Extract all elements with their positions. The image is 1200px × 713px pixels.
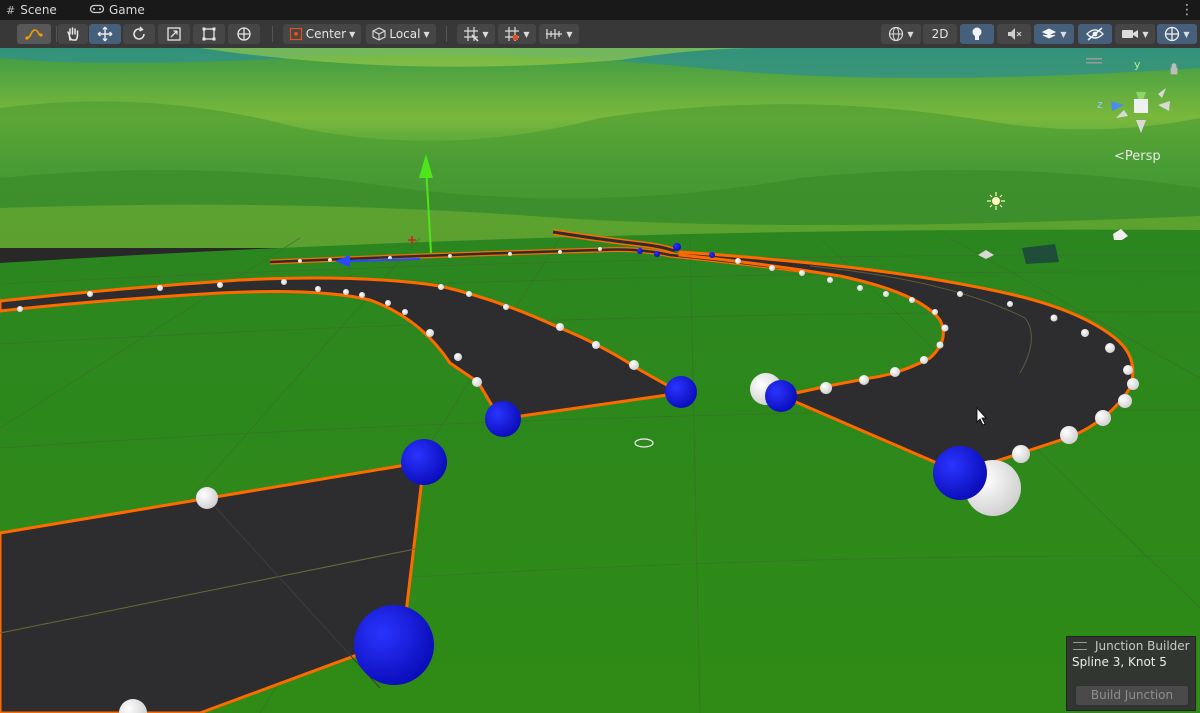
build-junction-button[interactable]: Build Junction xyxy=(1075,685,1189,706)
ruler-icon xyxy=(546,29,563,39)
arrow-left-icon: < xyxy=(1114,149,1125,164)
scene-toolbar: Center ▼ Local ▼ ▼ ▼ ▼ ▼ 2D ▼ ▼ ▼ xyxy=(0,20,1200,49)
overlay-header[interactable]: Junction Builder xyxy=(1073,639,1190,653)
drag-handle-icon[interactable] xyxy=(1073,642,1087,650)
gamepad-icon xyxy=(89,4,105,17)
grid-icon xyxy=(505,27,520,41)
chevron-down-icon: ▼ xyxy=(566,29,573,39)
spline-tool-icon xyxy=(25,29,43,40)
axis-z-label: z xyxy=(1097,98,1103,111)
scale-tool-button[interactable] xyxy=(158,24,190,44)
chevron-down-icon: ▼ xyxy=(1142,29,1149,39)
grid-visibility-dropdown[interactable]: ▼ xyxy=(498,24,536,44)
grid-snapping-dropdown[interactable]: ▼ xyxy=(457,24,495,44)
scene-render[interactable] xyxy=(0,48,1200,713)
tab-scene-label: Scene xyxy=(20,3,57,17)
axis-y-label: y xyxy=(1134,58,1141,71)
effects-dropdown[interactable]: ▼ xyxy=(1034,24,1074,44)
hidden-objects-toggle-button[interactable] xyxy=(1078,24,1112,44)
cube-icon xyxy=(372,27,386,41)
tab-game[interactable]: Game xyxy=(89,0,145,20)
globe-icon xyxy=(889,26,904,42)
toggle-2d-button[interactable]: 2D xyxy=(923,24,957,44)
hand-tool-button[interactable] xyxy=(58,24,88,44)
scene-viewport[interactable]: y z <Persp xyxy=(0,48,1200,713)
move-icon xyxy=(97,26,113,42)
scale-icon xyxy=(167,27,181,41)
rotate-tool-button[interactable] xyxy=(123,24,155,44)
rect-tool-button[interactable] xyxy=(193,24,225,44)
move-tool-button[interactable] xyxy=(89,24,121,44)
pivot-rotation-label: Local xyxy=(389,27,421,41)
more-options-icon[interactable]: ⋮ xyxy=(1180,0,1194,20)
audio-muted-icon xyxy=(1008,28,1022,40)
pivot-rotation-dropdown[interactable]: Local ▼ xyxy=(366,24,436,44)
chevron-down-icon: ▼ xyxy=(423,29,430,39)
lightbulb-icon xyxy=(972,27,982,40)
pivot-mode-label: Center xyxy=(305,27,347,41)
hand-icon xyxy=(67,27,79,41)
selection-label: Spline 3, Knot 5 xyxy=(1072,655,1167,669)
lighting-toggle-button[interactable] xyxy=(960,24,994,44)
camera-settings-dropdown[interactable]: ▼ xyxy=(1115,24,1155,44)
tab-game-label: Game xyxy=(109,3,145,17)
video-camera-icon xyxy=(1122,30,1139,38)
layers-icon xyxy=(1042,28,1057,39)
pivot-mode-dropdown[interactable]: Center ▼ xyxy=(283,24,361,44)
chevron-down-icon: ▼ xyxy=(907,29,914,39)
rotate-icon xyxy=(133,26,145,40)
audio-toggle-button[interactable] xyxy=(997,24,1031,44)
chevron-down-icon: ▼ xyxy=(1060,29,1067,39)
projection-toggle[interactable]: <Persp xyxy=(1114,149,1161,164)
chevron-down-icon: ▼ xyxy=(1183,29,1190,39)
transform-icon xyxy=(237,27,251,41)
draw-mode-dropdown[interactable]: ▼ xyxy=(881,24,921,44)
gizmos-dropdown[interactable]: ▼ xyxy=(1157,24,1197,44)
increment-snap-dropdown[interactable]: ▼ xyxy=(539,24,579,44)
tab-scene[interactable]: # Scene xyxy=(6,0,57,20)
overlay-title: Junction Builder xyxy=(1095,639,1190,653)
projection-label: Persp xyxy=(1124,149,1161,164)
grid-icon: # xyxy=(6,3,16,17)
gizmo-icon xyxy=(1165,26,1180,42)
transform-tool-button[interactable] xyxy=(228,24,260,44)
junction-builder-overlay: Junction Builder Spline 3, Knot 5 Build … xyxy=(1066,636,1196,711)
tab-bar: # Scene Game ⋮ xyxy=(0,0,1200,20)
chevron-down-icon: ▼ xyxy=(523,29,530,39)
spline-tool-button[interactable] xyxy=(17,24,51,44)
grid-snap-icon xyxy=(464,27,479,42)
chevron-down-icon: ▼ xyxy=(482,29,489,39)
lock-icon[interactable] xyxy=(1170,63,1178,75)
toggle-2d-label: 2D xyxy=(931,27,949,41)
chevron-down-icon: ▼ xyxy=(349,29,356,39)
eye-hidden-icon xyxy=(1086,27,1104,41)
pivot-center-icon xyxy=(289,27,302,41)
rect-transform-icon xyxy=(202,27,216,41)
